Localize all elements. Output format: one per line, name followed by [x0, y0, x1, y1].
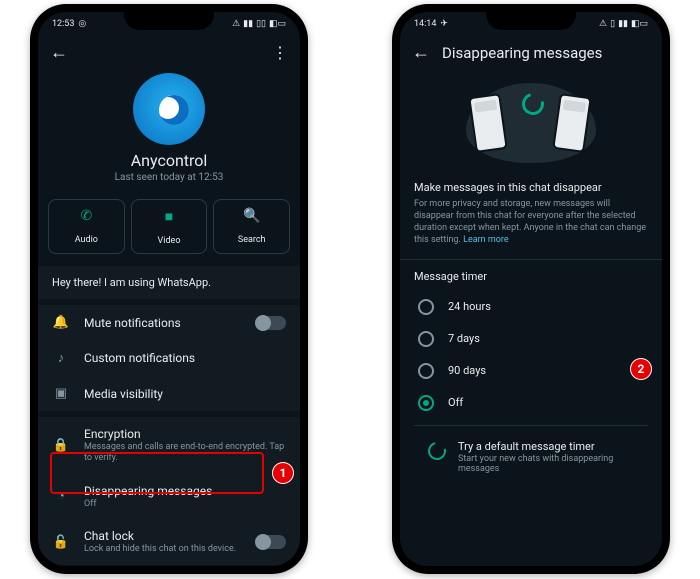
message-timer-block: Message timer 24 hours 7 days 90 days Of…	[400, 260, 662, 498]
radio-icon	[418, 363, 434, 379]
notch	[486, 12, 576, 30]
action-row: ✆ Audio ■ Video 🔍 Search	[38, 191, 300, 262]
back-button[interactable]: ←	[412, 42, 430, 63]
telegram-icon: ✈	[440, 19, 448, 29]
chatlock-sub: Lock and hide this chat on this device.	[84, 544, 242, 555]
search-button[interactable]: 🔍 Search	[213, 199, 290, 254]
timer-title: Message timer	[414, 270, 648, 283]
phone-right: 14:14 ✈ ⚠▯▮▮◧▭ ← Disappearing messages M…	[392, 4, 670, 574]
contact-name: Anycontrol	[131, 151, 208, 170]
screen-left: 12:53 ◎ ⚠▮▮▯▯◧▭ ← ⋮ Anycontrol Last seen…	[38, 12, 300, 566]
custom-label: Custom notifications	[84, 351, 286, 365]
audio-label: Audio	[75, 235, 98, 245]
search-label: Search	[238, 235, 266, 245]
about-section: Hey there! I am using WhatsApp.	[38, 266, 300, 299]
profile-section: Anycontrol Last seen today at 12:53	[38, 69, 300, 191]
status-right-icons: ⚠▮▮▯▯◧▭	[232, 19, 286, 29]
tip-title: Try a default message timer	[458, 440, 634, 453]
notch	[124, 12, 214, 30]
media-visibility-row[interactable]: ▣ Media visibility	[38, 376, 300, 411]
radio-7d[interactable]: 7 days	[414, 323, 648, 355]
padlock-icon: 🔓	[52, 535, 70, 550]
info-body: For more privacy and storage, new messag…	[414, 198, 648, 247]
radio-label: 7 days	[448, 332, 480, 345]
timer-icon: ◔	[52, 488, 70, 504]
learn-more-link[interactable]: Learn more	[463, 235, 509, 245]
video-call-button[interactable]: ■ Video	[131, 199, 208, 254]
annotation-badge-2: 2	[630, 358, 652, 380]
chatlock-toggle[interactable]	[256, 535, 286, 549]
info-block: Make messages in this chat disappear For…	[400, 173, 662, 260]
status-icon: ◎	[78, 19, 86, 29]
chatlock-title: Chat lock	[84, 529, 242, 543]
phone-left: 12:53 ◎ ⚠▮▮▯▯◧▭ ← ⋮ Anycontrol Last seen…	[30, 4, 308, 574]
note-icon: ♪	[52, 350, 70, 366]
annotation-badge-1: 1	[272, 462, 294, 484]
radio-label: 90 days	[448, 364, 486, 377]
bell-icon: 🔔	[52, 315, 70, 330]
default-timer-tip[interactable]: Try a default message timer Start your n…	[414, 425, 648, 488]
status-time: 12:53	[52, 19, 74, 29]
radio-label: 24 hours	[448, 300, 491, 313]
audio-call-button[interactable]: ✆ Audio	[48, 199, 125, 254]
more-menu-button[interactable]: ⋮	[272, 43, 288, 62]
phone-icon: ✆	[51, 208, 122, 224]
radio-label: Off	[448, 396, 463, 409]
media-label: Media visibility	[84, 387, 286, 401]
radio-icon	[418, 299, 434, 315]
disappearing-messages-row[interactable]: ◔ Disappearing messages Off	[38, 474, 300, 520]
radio-icon	[418, 331, 434, 347]
mute-toggle[interactable]	[256, 316, 286, 330]
last-seen: Last seen today at 12:53	[115, 172, 224, 183]
encryption-title: Encryption	[84, 427, 286, 441]
tip-sub: Start your new chats with disappearing m…	[458, 454, 634, 474]
radio-off[interactable]: Off	[414, 387, 648, 419]
video-label: Video	[158, 236, 181, 246]
lock-icon: 🔒	[52, 438, 70, 453]
radio-90d[interactable]: 90 days	[414, 355, 648, 387]
radio-icon-selected	[418, 395, 434, 411]
dm-sub: Off	[84, 499, 286, 510]
info-heading: Make messages in this chat disappear	[414, 181, 648, 194]
mute-label: Mute notifications	[84, 316, 242, 330]
avatar[interactable]	[133, 73, 205, 145]
about-text: Hey there! I am using WhatsApp.	[52, 276, 211, 289]
status-time: 14:14	[414, 19, 436, 29]
back-button[interactable]: ←	[50, 42, 68, 63]
encryption-sub: Messages and calls are end-to-end encryp…	[84, 442, 286, 464]
dm-title: Disappearing messages	[84, 484, 286, 498]
chat-lock-row[interactable]: 🔓 Chat lock Lock and hide this chat on t…	[38, 519, 300, 565]
mute-row[interactable]: 🔔 Mute notifications	[38, 305, 300, 340]
search-icon: 🔍	[216, 208, 287, 224]
app-bar: ← Disappearing messages	[400, 36, 662, 69]
illustration	[400, 73, 662, 173]
radio-24h[interactable]: 24 hours	[414, 291, 648, 323]
encryption-row[interactable]: 🔒 Encryption Messages and calls are end-…	[38, 417, 300, 474]
screen-right: 14:14 ✈ ⚠▯▮▮◧▭ ← Disappearing messages M…	[400, 12, 662, 566]
video-icon: ■	[134, 208, 205, 225]
timer-icon	[425, 438, 450, 463]
custom-notifications-row[interactable]: ♪ Custom notifications	[38, 340, 300, 376]
app-bar: ← ⋮	[38, 36, 300, 69]
image-icon: ▣	[52, 386, 70, 401]
divider	[38, 565, 300, 566]
page-title: Disappearing messages	[442, 44, 650, 62]
status-right-icons: ⚠▯▮▮◧▭	[599, 19, 648, 29]
